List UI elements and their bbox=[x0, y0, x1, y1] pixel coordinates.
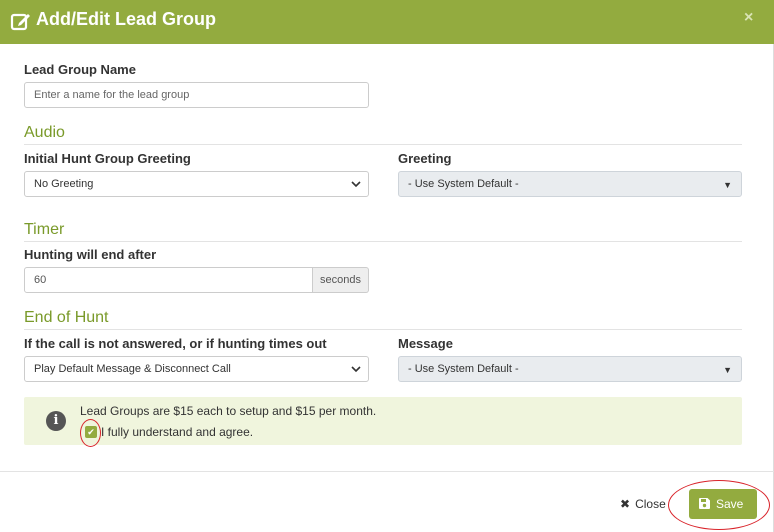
modal-header: Add/Edit Lead Group × bbox=[0, 0, 774, 44]
close-icon: ✖ bbox=[620, 497, 631, 511]
close-button[interactable]: ✖ Close bbox=[620, 497, 666, 511]
add-edit-lead-group-modal: Add/Edit Lead Group × Lead Group Name Au… bbox=[0, 0, 774, 532]
close-icon[interactable]: × bbox=[744, 9, 753, 27]
agree-label: I fully understand and agree. bbox=[101, 425, 254, 439]
audio-section-title: Audio bbox=[24, 124, 65, 141]
end-action-value: Play Default Message & Disconnect Call bbox=[34, 363, 231, 375]
checkbox-highlight-ring bbox=[80, 419, 101, 447]
pricing-notice: i Lead Groups are $15 each to setup and … bbox=[24, 397, 742, 445]
close-button-label: Close bbox=[635, 497, 666, 511]
initial-greeting-select[interactable]: No Greeting bbox=[24, 171, 369, 197]
message-select[interactable]: - Use System Default - ▼ bbox=[398, 356, 742, 382]
end-of-hunt-section-title: End of Hunt bbox=[24, 309, 109, 326]
initial-greeting-label: Initial Hunt Group Greeting bbox=[24, 151, 191, 166]
seconds-addon: seconds bbox=[313, 267, 369, 293]
pricing-notice-text: Lead Groups are $15 each to setup and $1… bbox=[80, 404, 377, 418]
divider bbox=[24, 241, 742, 242]
greeting-value: - Use System Default - bbox=[408, 178, 519, 190]
lead-group-name-label: Lead Group Name bbox=[24, 62, 136, 77]
end-action-select[interactable]: Play Default Message & Disconnect Call bbox=[24, 356, 369, 382]
message-value: - Use System Default - bbox=[408, 363, 519, 375]
footer-divider bbox=[0, 471, 774, 472]
message-label: Message bbox=[398, 336, 453, 351]
greeting-select[interactable]: - Use System Default - ▼ bbox=[398, 171, 742, 197]
lead-group-name-input[interactable] bbox=[24, 82, 369, 108]
info-icon: i bbox=[46, 411, 66, 431]
divider bbox=[24, 329, 742, 330]
modal-title: Add/Edit Lead Group bbox=[36, 9, 216, 29]
caret-down-icon: ▼ bbox=[723, 365, 732, 375]
initial-greeting-value: No Greeting bbox=[34, 178, 94, 190]
chevron-down-icon bbox=[351, 172, 361, 205]
chevron-down-icon bbox=[351, 357, 361, 390]
divider bbox=[24, 144, 742, 145]
save-highlight-ring bbox=[668, 480, 770, 530]
hunting-end-label: Hunting will end after bbox=[24, 247, 157, 262]
hunting-timeout-input[interactable] bbox=[24, 267, 313, 293]
edit-icon bbox=[10, 10, 32, 32]
end-action-label: If the call is not answered, or if hunti… bbox=[24, 336, 327, 351]
caret-down-icon: ▼ bbox=[723, 180, 732, 190]
greeting-label: Greeting bbox=[398, 151, 452, 166]
timer-section-title: Timer bbox=[24, 221, 65, 238]
